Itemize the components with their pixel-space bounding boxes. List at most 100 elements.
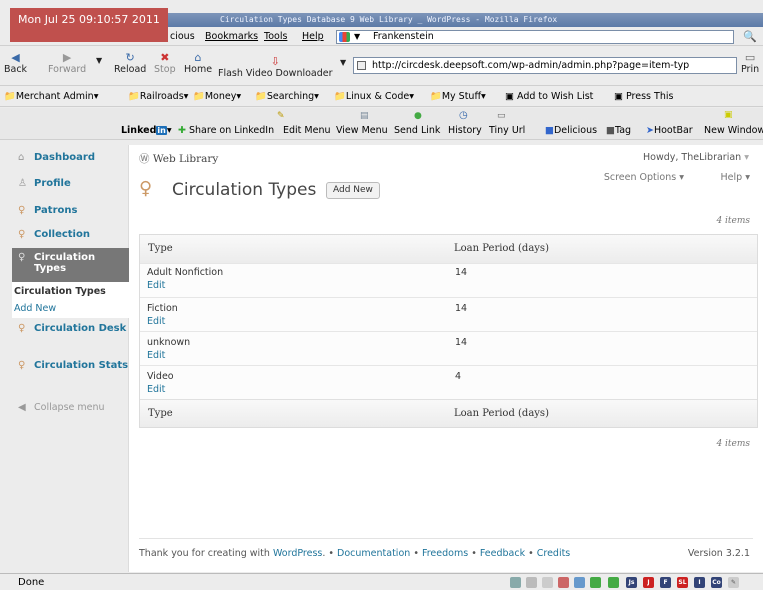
edit-link[interactable]: Edit bbox=[147, 350, 165, 361]
navigation-toolbar: ◀ Back ▶ Forward ▼ ↻ Reload ✖ Stop ⌂ Home ⇩ Fl… bbox=[0, 46, 763, 86]
loan-period-cell: 14 bbox=[455, 267, 468, 278]
librarian-icon: ♀ bbox=[139, 178, 153, 199]
bookmark-my-stuff[interactable]: 📁My Stuff▾ bbox=[430, 87, 486, 107]
url-text: http://circdesk.deepsoft.com/wp-admin/ad… bbox=[372, 60, 690, 71]
share-on-linkedin-button[interactable]: ✚ Share on LinkedIn bbox=[178, 125, 274, 136]
menu-item-bookmarks[interactable]: Bookmarks bbox=[205, 28, 258, 46]
bookmark-merchant-admin[interactable]: 📁Merchant Admin▾ bbox=[4, 87, 98, 107]
addon-icon[interactable] bbox=[574, 577, 585, 588]
flash-video-downloader-button[interactable]: ⇩ Flash Video Downloader bbox=[218, 56, 333, 80]
howdy-menu[interactable]: Howdy, TheLibrarian ▾ bbox=[643, 152, 749, 163]
menu-item-delicious[interactable]: cious bbox=[170, 28, 195, 46]
column-header-type[interactable]: Type bbox=[148, 235, 173, 263]
submenu: Circulation Types Add New bbox=[12, 282, 129, 318]
bookmark-linux-code[interactable]: 📁Linux & Code▾ bbox=[334, 87, 414, 107]
librarian-icon: ♀ bbox=[18, 252, 26, 263]
wp-main: Ⓦ Web Library Howdy, TheLibrarian ▾ Scre… bbox=[139, 145, 763, 572]
addon-icon[interactable] bbox=[526, 577, 537, 588]
collapse-icon: ◀ bbox=[18, 402, 26, 413]
edit-link[interactable]: Edit bbox=[147, 316, 165, 327]
bookmark-add-to-wish-list[interactable]: ▣ Add to Wish List bbox=[505, 87, 593, 107]
mail-icon[interactable] bbox=[542, 577, 553, 588]
site-name[interactable]: Ⓦ Web Library bbox=[139, 151, 218, 166]
addon-icon[interactable] bbox=[510, 577, 521, 588]
flash-toggle-icon[interactable]: F bbox=[660, 577, 671, 588]
wp-footer: Thank you for creating with WordPress. •… bbox=[139, 548, 571, 559]
history-button[interactable]: History bbox=[448, 125, 482, 136]
print-button[interactable]: ▭ Prin bbox=[741, 52, 759, 76]
images-toggle-icon[interactable]: I bbox=[694, 577, 705, 588]
table-row: Fiction Edit 14 bbox=[140, 297, 757, 331]
bookmark-searching[interactable]: 📁Searching▾ bbox=[255, 87, 319, 107]
reload-icon: ↻ bbox=[125, 51, 135, 64]
edit-menu-button[interactable]: Edit Menu bbox=[283, 125, 331, 136]
page-title: Circulation Types bbox=[172, 180, 317, 200]
footer-link-feedback[interactable]: Feedback bbox=[480, 548, 525, 559]
footer-link-documentation[interactable]: Documentation bbox=[337, 548, 410, 559]
circulation-types-table: Type Loan Period (days) Adult Nonfiction… bbox=[139, 234, 758, 428]
table-footer: Type Loan Period (days) bbox=[140, 399, 757, 427]
sidebar-item-profile[interactable]: ♙ Profile bbox=[12, 178, 129, 189]
footer-link-freedoms[interactable]: Freedoms bbox=[422, 548, 468, 559]
edit-link[interactable]: Edit bbox=[147, 384, 165, 395]
footer-link-credits[interactable]: Credits bbox=[537, 548, 571, 559]
bookmark-money[interactable]: 📁Money▾ bbox=[193, 87, 241, 107]
column-footer-type[interactable]: Type bbox=[148, 400, 173, 428]
silverlight-toggle-icon[interactable]: SL bbox=[677, 577, 688, 588]
send-icon: ● bbox=[414, 111, 422, 121]
home-icon: ⌂ bbox=[194, 51, 202, 64]
back-button[interactable]: ◀ Back bbox=[4, 52, 27, 76]
column-footer-loan-period[interactable]: Loan Period (days) bbox=[454, 400, 549, 428]
search-input[interactable]: ▼ Frankenstein 🔍 bbox=[336, 30, 757, 44]
sidebar-item-dashboard[interactable]: ⌂ Dashboard bbox=[12, 152, 129, 163]
type-cell: Fiction bbox=[147, 303, 178, 314]
submenu-add-new[interactable]: Add New bbox=[12, 303, 129, 314]
forward-button[interactable]: ▶ Forward bbox=[48, 52, 86, 76]
sidebar-item-collection[interactable]: ♀ Collection bbox=[12, 229, 129, 240]
history-dropdown[interactable]: ▼ bbox=[96, 56, 102, 65]
menu-item-tools[interactable]: Tools bbox=[264, 28, 287, 46]
linkedin-button[interactable]: Linkedin▾ bbox=[121, 125, 172, 136]
menu-item-help[interactable]: Help bbox=[302, 28, 324, 46]
table-row: unknown Edit 14 bbox=[140, 331, 757, 365]
hootbar-button[interactable]: ➤HootBar bbox=[646, 125, 693, 136]
column-header-loan-period[interactable]: Loan Period (days) bbox=[454, 235, 549, 263]
chevron-down-icon[interactable]: ▼ bbox=[354, 31, 360, 43]
edit-link[interactable]: Edit bbox=[147, 280, 165, 291]
new-window-button[interactable]: New Window bbox=[704, 125, 763, 136]
tag-button[interactable]: ■Tag bbox=[606, 125, 631, 136]
stop-icon: ✖ bbox=[160, 51, 170, 64]
help-tab[interactable]: Help ▾ bbox=[721, 172, 750, 183]
sidebar-item-patrons[interactable]: ♀ Patrons bbox=[12, 205, 129, 216]
collapse-menu-button[interactable]: ◀ Collapse menu bbox=[12, 402, 129, 413]
javascript-toggle-icon[interactable]: Js bbox=[626, 577, 637, 588]
tools-icon[interactable]: ✎ bbox=[728, 577, 739, 588]
url-dropdown-left[interactable]: ▼ bbox=[340, 58, 346, 67]
reload-button[interactable]: ↻ Reload bbox=[114, 51, 146, 76]
clock-icon: ◷ bbox=[459, 110, 468, 121]
stop-button[interactable]: ✖ Stop bbox=[154, 51, 176, 76]
send-link-button[interactable]: Send Link bbox=[394, 125, 440, 136]
addon-icon[interactable] bbox=[608, 577, 619, 588]
bookmark-press-this[interactable]: ▣ Press This bbox=[614, 87, 673, 107]
delicious-button[interactable]: ■Delicious bbox=[545, 125, 597, 136]
view-menu-button[interactable]: View Menu bbox=[336, 125, 388, 136]
screen-options-tab[interactable]: Screen Options ▾ bbox=[604, 172, 684, 183]
sidebar-item-circulation-desk[interactable]: ♀ Circulation Desk bbox=[12, 322, 129, 335]
addon-icon[interactable] bbox=[590, 577, 601, 588]
cookies-toggle-icon[interactable]: Co bbox=[711, 577, 722, 588]
tiny-url-button[interactable]: Tiny Url bbox=[489, 125, 525, 136]
hootbar-icon: ➤ bbox=[646, 125, 654, 136]
add-new-button[interactable]: Add New bbox=[326, 182, 380, 199]
home-button[interactable]: ⌂ Home bbox=[184, 51, 212, 76]
java-toggle-icon[interactable]: J bbox=[643, 577, 654, 588]
search-icon[interactable]: 🔍 bbox=[743, 31, 757, 43]
footer-link-wordpress[interactable]: WordPress bbox=[273, 548, 322, 559]
bookmark-railroads[interactable]: 📁Railroads▾ bbox=[128, 87, 188, 107]
sidebar-item-circulation-stats[interactable]: ♀ Circulation Stats bbox=[12, 359, 129, 372]
table-row: Video Edit 4 bbox=[140, 365, 757, 399]
addon-icon[interactable] bbox=[558, 577, 569, 588]
dashboard-icon: ⌂ bbox=[18, 152, 25, 163]
submenu-circulation-types[interactable]: Circulation Types bbox=[12, 286, 129, 297]
url-bar[interactable]: http://circdesk.deepsoft.com/wp-admin/ad… bbox=[353, 57, 737, 74]
